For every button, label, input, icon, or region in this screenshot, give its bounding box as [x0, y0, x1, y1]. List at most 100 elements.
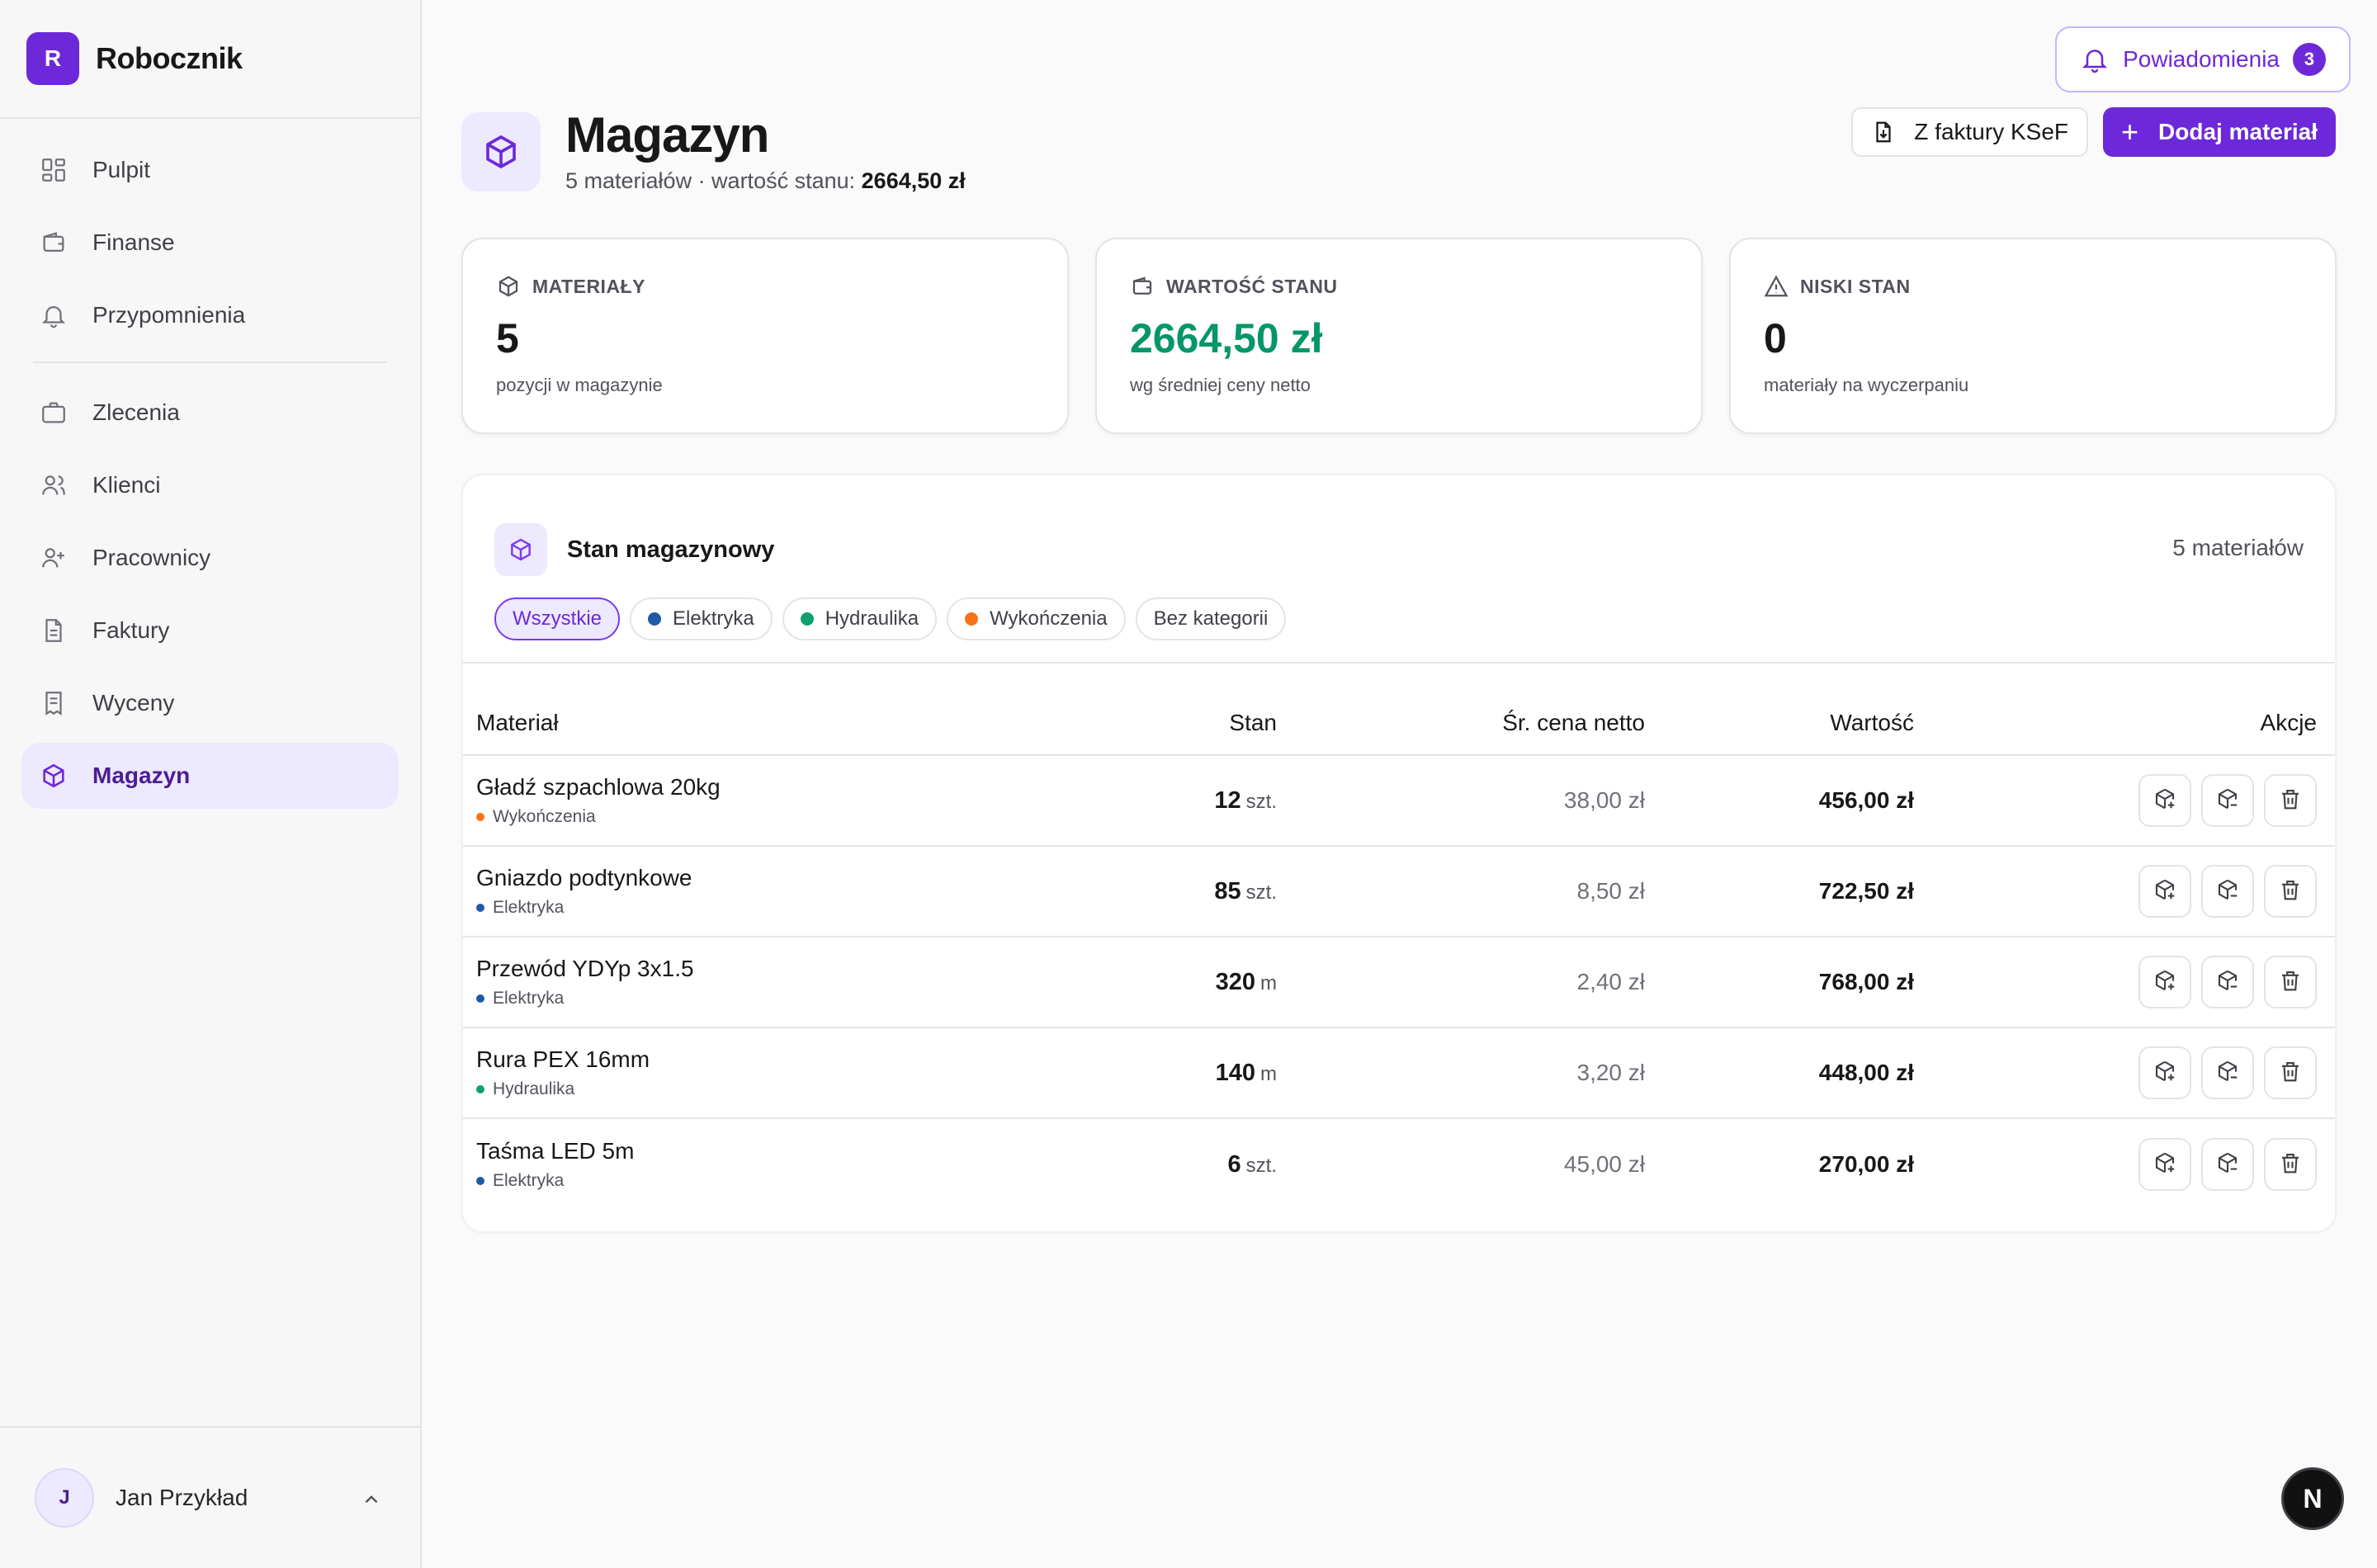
stock-out-button[interactable]	[2201, 1138, 2254, 1191]
delete-button[interactable]	[2264, 1046, 2317, 1099]
bell-icon	[40, 301, 68, 329]
trash-icon	[2278, 1059, 2303, 1088]
notifications-count-badge: 3	[2293, 43, 2326, 76]
delete-button[interactable]	[2264, 774, 2317, 827]
ksef-import-button[interactable]: Z faktury KSeF	[1851, 107, 2089, 157]
briefcase-icon	[40, 399, 68, 427]
stock-out-button[interactable]	[2201, 774, 2254, 827]
column-header-stan[interactable]: Stan	[1070, 710, 1277, 736]
stock-in-button[interactable]	[2138, 956, 2191, 1008]
dev-tools-button[interactable]: N	[2281, 1467, 2344, 1530]
nav-divider	[33, 361, 387, 363]
chip-label: Wszystkie	[513, 607, 602, 630]
sidebar-item-przypomnienia[interactable]: Przypomnienia	[21, 282, 399, 348]
users-icon	[40, 471, 68, 499]
stock-unit: m	[1260, 971, 1277, 994]
stock-in-button[interactable]	[2138, 1046, 2191, 1099]
stock-out-button[interactable]	[2201, 956, 2254, 1008]
stock-out-button[interactable]	[2201, 865, 2254, 918]
package-icon	[461, 111, 541, 191]
stat-hint: wg średniej ceny netto	[1130, 375, 1311, 395]
sidebar-item-pracownicy[interactable]: Pracownicy	[21, 525, 399, 591]
package-plus-icon	[2153, 968, 2177, 997]
panel-count: 5 materiałów	[2172, 535, 2304, 560]
sidebar-item-label: Wyceny	[92, 690, 175, 716]
delete-button[interactable]	[2264, 865, 2317, 918]
stock-qty: 320	[1215, 968, 1255, 995]
delete-button[interactable]	[2264, 956, 2317, 1008]
add-material-button[interactable]: + Dodaj materiał	[2103, 107, 2336, 157]
material-name: Rura PEX 16mm	[476, 1046, 650, 1072]
sidebar-item-label: Magazyn	[92, 763, 191, 788]
chevron-up-icon	[361, 1489, 382, 1514]
stock-in-button[interactable]	[2138, 774, 2191, 827]
stock-qty: 12	[1214, 786, 1241, 814]
plus-icon: +	[2121, 115, 2139, 149]
sidebar-item-faktury[interactable]: Faktury	[21, 597, 399, 664]
stat-hint: materiały na wyczerpaniu	[1764, 375, 1969, 395]
stock-in-button[interactable]	[2138, 1138, 2191, 1191]
material-name: Gładź szpachlowa 20kg	[476, 774, 721, 800]
sidebar-item-zlecenia[interactable]: Zlecenia	[21, 380, 399, 446]
stat-value: 5	[496, 315, 519, 361]
filter-chip-all[interactable]: Wszystkie	[494, 597, 620, 640]
sidebar-item-label: Faktury	[92, 617, 170, 643]
main-content: Powiadomienia 3 Magazyn 5 materiałów · w…	[422, 0, 2377, 1568]
sidebar: R Robocznik Pulpit Finanse Przypomnienia…	[0, 0, 422, 1568]
column-header-price[interactable]: Śr. cena netto	[1277, 710, 1645, 736]
wallet-icon	[40, 229, 68, 257]
package-plus-icon	[2153, 786, 2177, 815]
sidebar-item-wyceny[interactable]: Wyceny	[21, 670, 399, 736]
column-header-actions: Akcje	[2260, 710, 2317, 735]
category-dot	[476, 904, 484, 912]
sidebar-item-finanse[interactable]: Finanse	[21, 210, 399, 276]
delete-button[interactable]	[2264, 1138, 2317, 1191]
page-header: Magazyn 5 materiałów · wartość stanu: 26…	[461, 109, 966, 194]
brand[interactable]: R Robocznik	[0, 0, 420, 119]
chip-label: Wykończenia	[990, 607, 1108, 630]
category-label: Wykończenia	[493, 807, 596, 826]
table-row[interactable]: Rura PEX 16mm Hydraulika 140 m 3,20 zł 44…	[463, 1028, 2335, 1119]
stock-value: 722,50 zł	[1818, 878, 1914, 904]
sidebar-item-label: Finanse	[92, 229, 175, 255]
table-row[interactable]: Gniazdo podtynkowe Elektryka 85 szt. 8,50…	[463, 847, 2335, 937]
avg-net-price: 45,00 zł	[1563, 1151, 1645, 1177]
sidebar-item-pulpit[interactable]: Pulpit	[21, 137, 399, 203]
filter-chip-hydraulika[interactable]: Hydraulika	[782, 597, 938, 640]
trash-icon	[2278, 968, 2303, 997]
table-row[interactable]: Taśma LED 5m Elektryka 6 szt. 45,00 zł 27…	[463, 1119, 2335, 1210]
table-body: Gładź szpachlowa 20kg Wykończenia 12 szt.…	[463, 756, 2335, 1210]
ksef-import-label: Z faktury KSeF	[1914, 119, 2069, 144]
table-row[interactable]: Gładź szpachlowa 20kg Wykończenia 12 szt.…	[463, 756, 2335, 847]
filter-chip-wykonczenia[interactable]: Wykończenia	[947, 597, 1126, 640]
sidebar-item-klienci[interactable]: Klienci	[21, 452, 399, 518]
package-minus-icon	[2215, 1150, 2240, 1179]
filter-chip-elektryka[interactable]: Elektryka	[630, 597, 773, 640]
dashboard-icon	[40, 156, 68, 184]
material-name: Taśma LED 5m	[476, 1138, 635, 1164]
file-icon	[40, 616, 68, 645]
stat-hint: pozycji w magazynie	[496, 375, 663, 395]
stock-in-button[interactable]	[2138, 865, 2191, 918]
page-title: Magazyn	[565, 107, 769, 163]
category-dot	[648, 612, 661, 626]
package-plus-icon	[2153, 1059, 2177, 1088]
category-dot	[476, 1085, 484, 1093]
user-menu[interactable]: J Jan Przykład	[0, 1426, 420, 1568]
notifications-button[interactable]: Powiadomienia 3	[2055, 26, 2351, 92]
receipt-icon	[40, 689, 68, 717]
column-header-material[interactable]: Materiał	[463, 710, 1070, 736]
material-category: Elektryka	[476, 898, 1070, 918]
stock-value: 448,00 zł	[1818, 1060, 1914, 1085]
category-label: Elektryka	[493, 989, 565, 1008]
filter-chip-uncategorized[interactable]: Bez kategorii	[1135, 597, 1287, 640]
column-header-value[interactable]: Wartość	[1645, 710, 1914, 736]
table-row[interactable]: Przewód YDYp 3x1.5 Elektryka 320 m 2,40 z…	[463, 937, 2335, 1028]
sidebar-item-magazyn[interactable]: Magazyn	[21, 743, 399, 809]
package-plus-icon	[2153, 1150, 2177, 1179]
notifications-label: Powiadomienia	[2123, 46, 2280, 72]
package-minus-icon	[2215, 877, 2240, 906]
sidebar-item-label: Klienci	[92, 472, 161, 498]
stat-label: WARTOŚĆ STANU	[1166, 275, 1338, 297]
stock-out-button[interactable]	[2201, 1046, 2254, 1099]
